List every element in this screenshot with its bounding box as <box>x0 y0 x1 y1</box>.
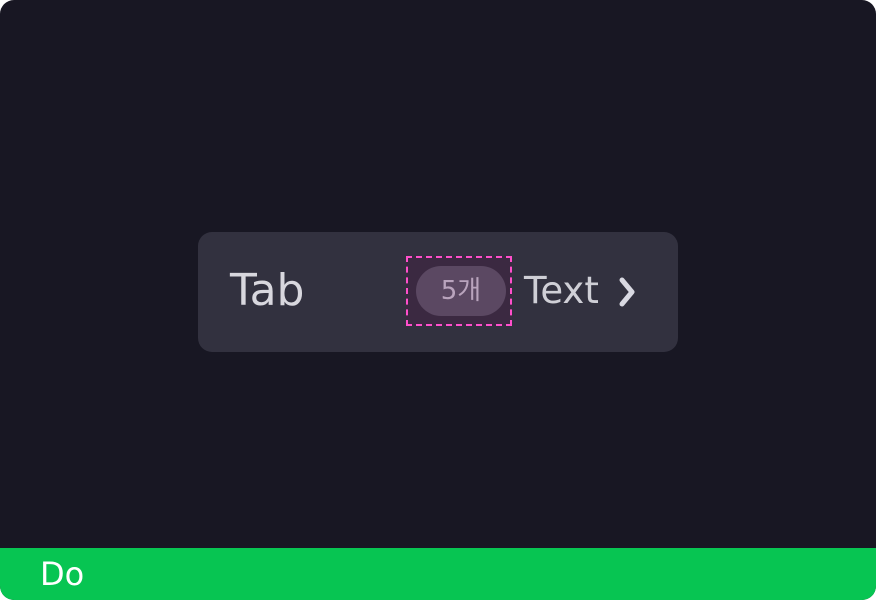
do-label: Do <box>40 555 85 593</box>
chevron-right-icon[interactable] <box>612 272 642 312</box>
count-badge-highlight: 5개 <box>406 256 512 326</box>
tab-row[interactable]: Tab 5개 Text <box>198 232 678 352</box>
count-badge: 5개 <box>416 266 506 316</box>
example-card: Tab 5개 Text Do <box>0 0 876 600</box>
do-footer: Do <box>0 548 876 600</box>
row-action-text: Text <box>524 269 599 312</box>
tab-title: Tab <box>230 265 305 316</box>
